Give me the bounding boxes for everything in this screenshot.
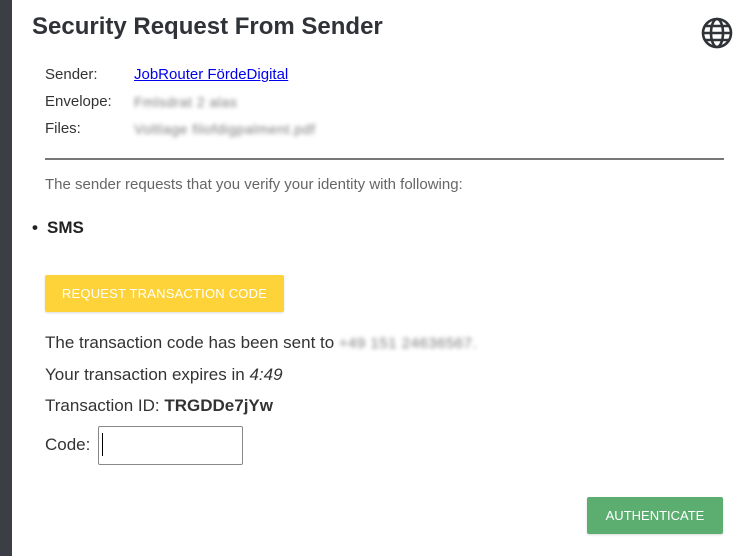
transaction-id-text: Transaction ID: TRGDDe7jYw: [45, 396, 273, 416]
envelope-label: Envelope:: [45, 93, 112, 110]
request-transaction-code-button[interactable]: REQUEST TRANSACTION CODE: [45, 275, 284, 312]
dialog-title: Security Request From Sender: [32, 13, 383, 40]
verification-method-list: • SMS: [32, 218, 84, 238]
expiry-text: Your transaction expires in 4:49: [45, 365, 283, 385]
left-edge-strip: [0, 0, 12, 556]
sender-label: Sender:: [45, 66, 98, 83]
method-sms: SMS: [47, 218, 84, 237]
text-caret: [102, 433, 103, 456]
authenticate-button[interactable]: AUTHENTICATE: [587, 497, 723, 534]
globe-icon[interactable]: [700, 16, 734, 50]
transaction-id-prefix: Transaction ID:: [45, 396, 165, 415]
divider: [45, 158, 724, 160]
files-value: Voltlage filofdigpalment.pdf: [134, 121, 316, 137]
envelope-value-wrap: Fmlsdrat 2 alas: [134, 93, 237, 112]
transaction-id-value: TRGDDe7jYw: [164, 396, 273, 415]
code-sent-prefix: The transaction code has been sent to: [45, 333, 339, 352]
envelope-value: Fmlsdrat 2 alas: [134, 94, 238, 110]
files-value-wrap: Voltlage filofdigpalment.pdf: [134, 120, 315, 139]
expiry-prefix: Your transaction expires in: [45, 365, 250, 384]
sender-link[interactable]: JobRouter FördeDigital: [134, 66, 288, 84]
bullet-icon: •: [32, 218, 38, 237]
code-input[interactable]: [98, 426, 243, 465]
expiry-countdown: 4:49: [249, 365, 283, 384]
phone-number: +49 151 24636567.: [338, 335, 478, 352]
security-request-dialog: Security Request From Sender Sender: Job…: [0, 0, 746, 556]
files-label: Files:: [45, 120, 81, 137]
code-sent-text: The transaction code has been sent to +4…: [45, 333, 477, 353]
verification-intro: The sender requests that you verify your…: [45, 176, 463, 193]
globe-icon-svg: [701, 17, 733, 49]
code-label: Code:: [45, 435, 91, 454]
